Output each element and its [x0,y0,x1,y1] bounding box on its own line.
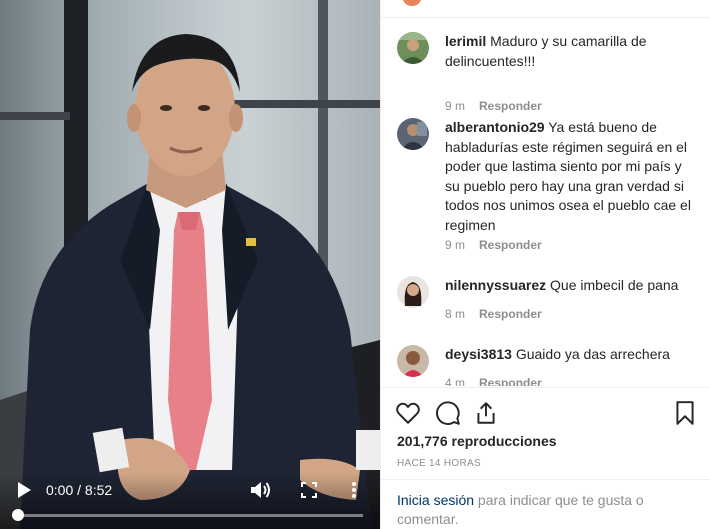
share-button[interactable] [473,400,499,426]
comment-body: nilennyssuarez Que imbecil de pana [445,276,697,296]
login-prompt: Inicia sesión para indicar que te gusta … [397,491,687,529]
save-button[interactable] [672,400,698,426]
avatar[interactable] [397,32,429,64]
avatar[interactable] [397,345,429,377]
total-time: 8:52 [84,482,113,498]
comment-time: 8 m [445,307,466,321]
share-icon [477,402,495,424]
post-panel: lerimil Maduro y su camarilla de delincu… [380,0,710,529]
volume-button[interactable] [249,478,273,502]
comment-meta: 4 m Responder [445,376,542,386]
seek-bar[interactable] [12,509,363,521]
comment-time: 9 m [445,238,466,252]
avatar[interactable] [397,276,429,308]
fullscreen-icon [301,482,317,498]
volume-icon [251,482,270,498]
post-actions [381,396,710,430]
fullscreen-button[interactable] [297,478,321,502]
comment-time: 4 m [445,376,466,386]
comments-list[interactable]: lerimil Maduro y su camarilla de delincu… [381,18,710,386]
more-options-button[interactable] [345,478,363,502]
video-player[interactable]: 0:00 / 8:52 [0,0,380,529]
comment-icon [436,401,460,425]
play-icon [18,482,31,498]
comment-username[interactable]: deysi3813 [445,346,512,362]
comment-meta: 8 m Responder [445,307,542,321]
video-subject [0,34,380,529]
reply-button[interactable]: Responder [479,238,542,252]
current-time: 0:00 [46,482,74,498]
comment-body: lerimil Maduro y su camarilla de delincu… [445,32,697,71]
divider [381,387,710,388]
time-separator: / [73,482,85,498]
comment-username[interactable]: nilennyssuarez [445,277,546,293]
comment-body: alberantonio29 Ya está bueno de habladur… [445,118,697,235]
more-vertical-icon [352,482,356,498]
comment-meta: 9 m Responder [445,99,542,113]
play-button[interactable] [12,479,36,501]
comment-button[interactable] [435,400,461,426]
comment-text: Guaido ya das arrechera [515,346,670,362]
avatar [402,0,422,6]
view-count[interactable]: 201,776 reproducciones [397,433,557,449]
login-link[interactable]: Inicia sesión [397,492,474,508]
seek-handle[interactable] [12,509,24,521]
comment-meta: 9 m Responder [445,238,542,252]
reply-button[interactable]: Responder [479,376,542,386]
comment-time: 9 m [445,99,466,113]
post-time[interactable]: HACE 14 HORAS [397,458,481,469]
divider [381,479,710,480]
reply-button[interactable]: Responder [479,99,542,113]
comment-text: Ya está bueno de habladurías este régime… [445,119,691,233]
comment-text: Que imbecil de pana [550,277,679,293]
bookmark-icon [676,401,694,425]
like-button[interactable] [395,400,421,426]
comment-body: deysi3813 Guaido ya das arrechera [445,345,697,365]
heart-icon [396,402,420,424]
avatar[interactable] [397,118,429,150]
comment-username[interactable]: lerimil [445,33,486,49]
reply-button[interactable]: Responder [479,307,542,321]
video-time-readout: 0:00 / 8:52 [46,482,112,498]
comment-username[interactable]: alberantonio29 [445,119,545,135]
